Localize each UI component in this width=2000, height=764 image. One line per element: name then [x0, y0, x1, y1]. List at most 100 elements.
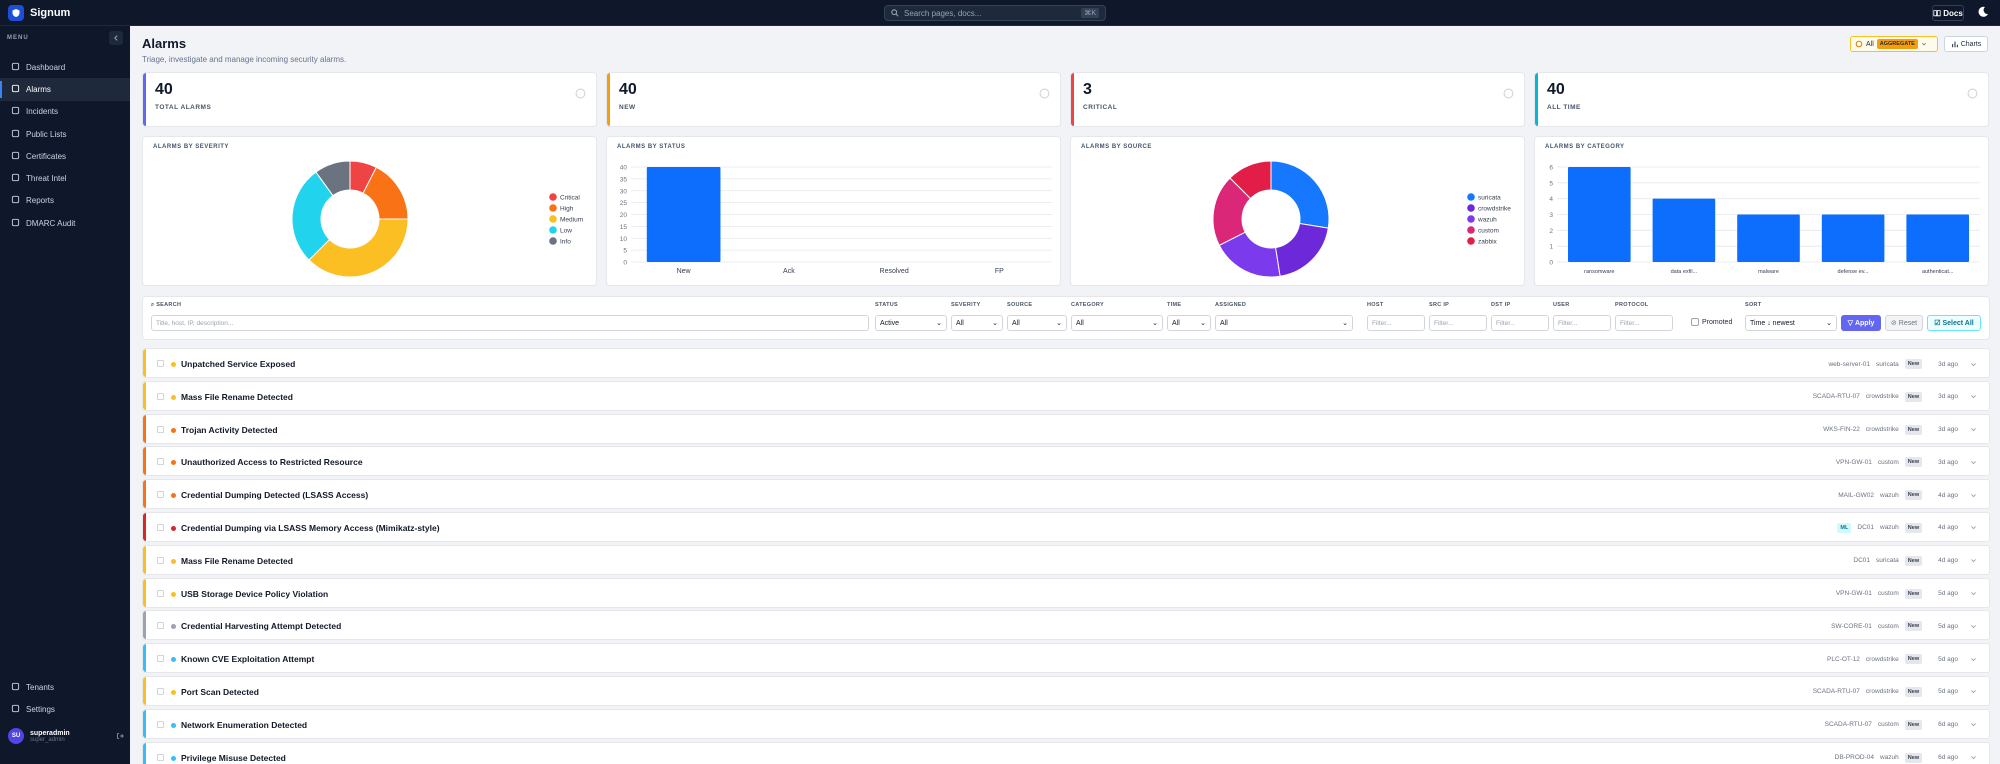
- table-row[interactable]: Network Enumeration Detected SCADA-RTU-07…: [142, 708, 1990, 742]
- chevron-down-icon[interactable]: [1970, 361, 1977, 368]
- alarm-card[interactable]: Mass File Rename Detected DC01 suricata New…: [142, 544, 1990, 575]
- brand[interactable]: Signum: [8, 5, 70, 21]
- pie-slice[interactable]: [1270, 160, 1330, 229]
- row-checkbox[interactable]: [157, 687, 164, 695]
- moon-icon[interactable]: [1976, 5, 1990, 19]
- chevron-down-icon[interactable]: [1970, 754, 1977, 761]
- pie-slice[interactable]: [1274, 222, 1329, 277]
- sidebar-item-threat-intel[interactable]: Threat Intel: [0, 167, 130, 189]
- row-checkbox[interactable]: [157, 491, 164, 499]
- sidebar-item-reports[interactable]: Reports: [0, 190, 130, 212]
- alarm-search-input[interactable]: Title, host, IP, description...: [151, 315, 869, 331]
- sidebar-item-public-lists[interactable]: Public Lists: [0, 123, 130, 145]
- sidebar-item-tenants[interactable]: Tenants: [0, 676, 130, 698]
- pie-slice[interactable]: [308, 218, 409, 278]
- table-row[interactable]: Privilege Misuse Detected DB-PROD-04 wazuh…: [142, 741, 1990, 764]
- sidebar-item-alarms[interactable]: Alarms: [0, 78, 130, 101]
- source-select[interactable]: All ⌄: [1007, 315, 1067, 331]
- alarm-title[interactable]: Unauthorized Access to Restricted Resour…: [181, 457, 363, 467]
- table-row[interactable]: Credential Harvesting Attempt Detected SW…: [142, 610, 1990, 643]
- global-search[interactable]: Search pages, docs... ⌘K: [884, 5, 1106, 21]
- bar[interactable]: [1821, 214, 1885, 263]
- alarm-card[interactable]: USB Storage Device Policy Violation VPN-G…: [142, 577, 1990, 608]
- select-all-button[interactable]: ☑ Select All: [1927, 315, 1981, 331]
- sidebar-item-incidents[interactable]: Incidents: [0, 101, 130, 123]
- sidebar-item-dmarc-audit[interactable]: DMARC Audit: [0, 212, 130, 234]
- docs-button[interactable]: Docs: [1932, 5, 1964, 21]
- table-row[interactable]: Unauthorized Access to Restricted Resour…: [142, 446, 1990, 479]
- chevron-down-icon[interactable]: [1970, 721, 1977, 728]
- host-filter-input[interactable]: Filter...: [1367, 315, 1425, 331]
- row-checkbox[interactable]: [157, 622, 164, 630]
- chevron-down-icon[interactable]: [1970, 623, 1977, 630]
- alarm-title[interactable]: Credential Harvesting Attempt Detected: [181, 621, 341, 631]
- row-checkbox[interactable]: [157, 655, 164, 663]
- sidebar-item-dashboard[interactable]: Dashboard: [0, 56, 130, 78]
- table-row[interactable]: Credential Dumping via LSASS Memory Acce…: [142, 511, 1990, 545]
- src-ip-filter-input[interactable]: Filter...: [1429, 315, 1487, 331]
- logout-icon[interactable]: [116, 732, 124, 740]
- alarm-title[interactable]: Port Scan Detected: [181, 687, 259, 697]
- chevron-down-icon[interactable]: [1970, 656, 1977, 663]
- row-checkbox[interactable]: [157, 458, 164, 466]
- alarm-card[interactable]: Trojan Activity Detected WKS-FIN-22 crowds…: [142, 413, 1990, 444]
- bar[interactable]: [1567, 167, 1631, 262]
- charts-button[interactable]: Charts: [1944, 36, 1988, 52]
- alarm-card[interactable]: Credential Dumping Detected (LSASS Acces…: [142, 479, 1990, 510]
- table-row[interactable]: Trojan Activity Detected WKS-FIN-22 crowds…: [142, 413, 1990, 447]
- alarm-card[interactable]: Known CVE Exploitation Attempt PLC-OT-12 c…: [142, 643, 1990, 674]
- table-row[interactable]: Mass File Rename Detected DC01 suricata New…: [142, 544, 1990, 578]
- protocol-filter-input[interactable]: Filter...: [1615, 315, 1673, 331]
- alarm-title[interactable]: Privilege Misuse Detected: [181, 753, 286, 763]
- chevron-down-icon[interactable]: [1970, 426, 1977, 433]
- chevron-down-icon[interactable]: [1970, 524, 1977, 531]
- promoted-checkbox[interactable]: [1691, 318, 1699, 326]
- aggregate-toggle[interactable]: All AGGREGATE: [1850, 36, 1938, 52]
- alarm-title[interactable]: USB Storage Device Policy Violation: [181, 589, 328, 599]
- table-row[interactable]: Credential Dumping Detected (LSASS Acces…: [142, 479, 1990, 512]
- row-checkbox[interactable]: [157, 392, 164, 400]
- alarm-title[interactable]: Trojan Activity Detected: [181, 425, 278, 435]
- user-filter-input[interactable]: Filter...: [1553, 315, 1611, 331]
- alarm-card[interactable]: Unpatched Service Exposed web-server-01 su…: [142, 348, 1990, 378]
- table-row[interactable]: Mass File Rename Detected SCADA-RTU-07 cro…: [142, 380, 1990, 414]
- promoted-toggle[interactable]: Promoted: [1691, 318, 1732, 326]
- alarm-title[interactable]: Known CVE Exploitation Attempt: [181, 654, 314, 664]
- status-select[interactable]: Active ⌄: [875, 315, 947, 331]
- bar[interactable]: [1652, 198, 1716, 262]
- bar[interactable]: [646, 167, 721, 262]
- table-row[interactable]: USB Storage Device Policy Violation VPN-G…: [142, 577, 1990, 611]
- user-profile[interactable]: SU superadmin super_admin: [8, 728, 124, 744]
- alarm-card[interactable]: Privilege Misuse Detected DB-PROD-04 wazuh…: [142, 741, 1990, 764]
- alarm-card[interactable]: Network Enumeration Detected SCADA-RTU-07…: [142, 708, 1990, 739]
- row-checkbox[interactable]: [157, 425, 164, 433]
- row-checkbox[interactable]: [157, 753, 164, 761]
- severity-select[interactable]: All ⌄: [951, 315, 1003, 331]
- alarm-card[interactable]: Unauthorized Access to Restricted Resour…: [142, 446, 1990, 477]
- row-checkbox[interactable]: [157, 589, 164, 597]
- chevron-down-icon[interactable]: [1970, 492, 1977, 499]
- chevron-down-icon[interactable]: [1970, 557, 1977, 564]
- chevron-down-icon[interactable]: [1970, 459, 1977, 466]
- sidebar-item-certificates[interactable]: Certificates: [0, 145, 130, 167]
- alarm-card[interactable]: Credential Harvesting Attempt Detected SW…: [142, 610, 1990, 641]
- row-checkbox[interactable]: [157, 556, 164, 564]
- sort-select[interactable]: Time ↓ newest ⌄: [1745, 315, 1837, 331]
- sidebar-item-settings[interactable]: Settings: [0, 698, 130, 720]
- row-checkbox[interactable]: [157, 523, 164, 531]
- table-row[interactable]: Known CVE Exploitation Attempt PLC-OT-12 c…: [142, 643, 1990, 676]
- bar[interactable]: [1906, 214, 1970, 263]
- alarm-title[interactable]: Credential Dumping via LSASS Memory Acce…: [181, 523, 440, 533]
- table-row[interactable]: Port Scan Detected SCADA-RTU-07 crowdstrik…: [142, 675, 1990, 709]
- chevron-down-icon[interactable]: [1970, 688, 1977, 695]
- alarm-card[interactable]: Mass File Rename Detected SCADA-RTU-07 cro…: [142, 380, 1990, 411]
- alarm-title[interactable]: Unpatched Service Exposed: [181, 359, 295, 369]
- assigned-select[interactable]: All ⌄: [1215, 315, 1353, 331]
- alarm-title[interactable]: Network Enumeration Detected: [181, 720, 307, 730]
- table-row[interactable]: Unpatched Service Exposed web-server-01 su…: [142, 348, 1990, 381]
- chevron-down-icon[interactable]: [1970, 590, 1977, 597]
- collapse-sidebar-button[interactable]: [109, 31, 123, 45]
- chevron-down-icon[interactable]: [1970, 393, 1977, 400]
- category-select[interactable]: All ⌄: [1071, 315, 1163, 331]
- alarm-title[interactable]: Mass File Rename Detected: [181, 556, 293, 566]
